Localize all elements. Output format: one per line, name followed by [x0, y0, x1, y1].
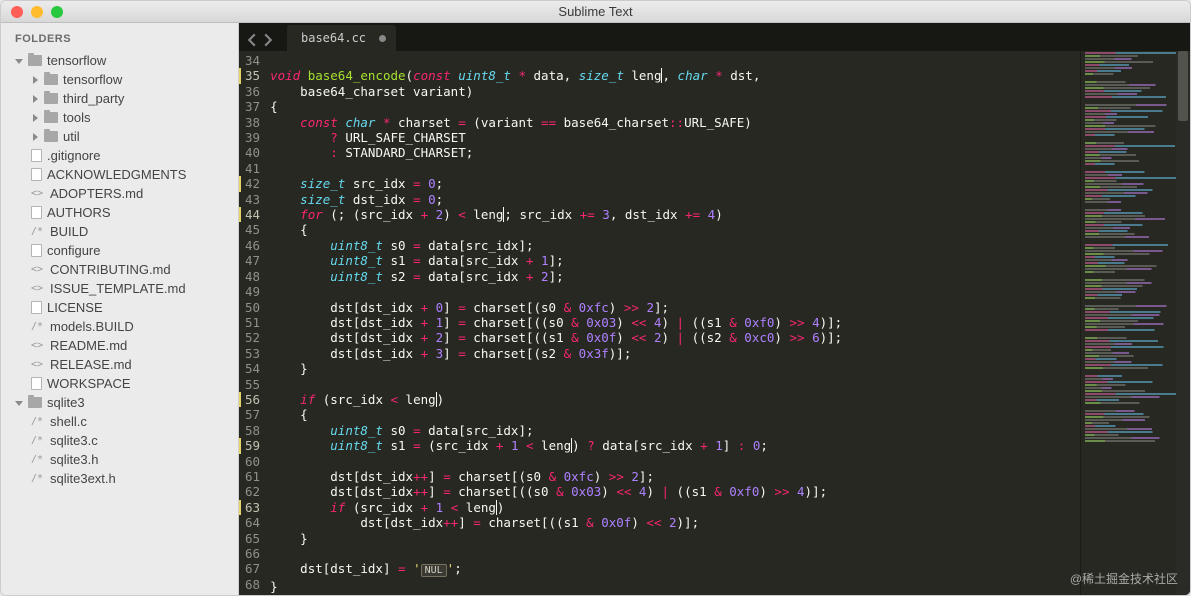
file-type-icon: <> — [31, 188, 45, 199]
folder-icon — [44, 74, 58, 85]
disclosure-icon — [15, 399, 23, 407]
file-item[interactable]: AUTHORS — [17, 203, 238, 222]
tree-item-label: sqlite3 — [47, 395, 85, 410]
file-icon — [31, 301, 42, 314]
tab-file[interactable]: base64.cc — [287, 25, 396, 51]
file-item[interactable]: /* BUILD — [17, 222, 238, 241]
file-item[interactable]: WORKSPACE — [17, 374, 238, 393]
window-title: Sublime Text — [1, 4, 1190, 19]
file-item[interactable]: /* shell.c — [17, 412, 238, 431]
disclosure-icon — [15, 57, 23, 65]
tree-item-label: configure — [47, 243, 100, 258]
nav-forward-button[interactable] — [261, 33, 275, 47]
file-type-icon: /* — [31, 321, 45, 332]
file-type-icon: <> — [31, 340, 45, 351]
file-type-icon: <> — [31, 359, 45, 370]
tree-item-label: ACKNOWLEDGMENTS — [47, 167, 186, 182]
tab-bar: base64.cc — [239, 23, 1190, 51]
disclosure-icon — [31, 133, 39, 141]
disclosure-icon — [31, 76, 39, 84]
file-type-icon: <> — [31, 283, 45, 294]
folder-item[interactable]: third_party — [17, 89, 238, 108]
tree-item-label: util — [63, 129, 80, 144]
titlebar: Sublime Text — [1, 1, 1190, 23]
line-gutter[interactable]: 3435363738394041424344454647484950515253… — [239, 51, 270, 595]
tree-item-label: tools — [63, 110, 90, 125]
folders-heading: FOLDERS — [1, 29, 238, 51]
minimap[interactable] — [1080, 51, 1190, 595]
file-type-icon: /* — [31, 416, 45, 427]
code-text[interactable]: void base64_encode(const uint8_t * data,… — [270, 51, 1080, 595]
tree-item-label: sqlite3.c — [50, 433, 98, 448]
tree-item-label: tensorflow — [47, 53, 106, 68]
file-type-icon: /* — [31, 454, 45, 465]
vertical-scrollbar[interactable] — [1176, 51, 1190, 595]
disclosure-icon — [31, 95, 39, 103]
disclosure-icon — [31, 114, 39, 122]
tab-label: base64.cc — [301, 31, 366, 45]
folder-icon — [44, 112, 58, 123]
close-window-button[interactable] — [11, 6, 23, 18]
folder-icon — [28, 397, 42, 408]
file-type-icon: <> — [31, 264, 45, 275]
maximize-window-button[interactable] — [51, 6, 63, 18]
folder-item[interactable]: tensorflow — [1, 51, 238, 70]
tree-item-label: ISSUE_TEMPLATE.md — [50, 281, 186, 296]
tab-dirty-indicator-icon — [379, 35, 386, 42]
file-item[interactable]: /* sqlite3.c — [17, 431, 238, 450]
folder-icon — [44, 131, 58, 142]
tree-item-label: shell.c — [50, 414, 87, 429]
tree-item-label: README.md — [50, 338, 127, 353]
file-item[interactable]: <> ISSUE_TEMPLATE.md — [17, 279, 238, 298]
file-icon — [31, 244, 42, 257]
tree-item-label: models.BUILD — [50, 319, 134, 334]
file-item[interactable]: ACKNOWLEDGMENTS — [17, 165, 238, 184]
file-item[interactable]: .gitignore — [17, 146, 238, 165]
file-item[interactable]: /* sqlite3ext.h — [17, 469, 238, 488]
watermark-text: @稀土掘金技术社区 — [1070, 570, 1178, 587]
file-item[interactable]: /* sqlite3.h — [17, 450, 238, 469]
folder-item[interactable]: util — [17, 127, 238, 146]
minimize-window-button[interactable] — [31, 6, 43, 18]
file-item[interactable]: configure — [17, 241, 238, 260]
file-type-icon: /* — [31, 473, 45, 484]
folder-item[interactable]: tensorflow — [17, 70, 238, 89]
file-item[interactable]: <> README.md — [17, 336, 238, 355]
tree-item-label: ADOPTERS.md — [50, 186, 143, 201]
tree-item-label: AUTHORS — [47, 205, 111, 220]
folder-icon — [44, 93, 58, 104]
tree-item-label: RELEASE.md — [50, 357, 132, 372]
file-icon — [31, 168, 42, 181]
file-item[interactable]: <> ADOPTERS.md — [17, 184, 238, 203]
file-type-icon: /* — [31, 226, 45, 237]
scrollbar-thumb[interactable] — [1178, 51, 1188, 121]
editor-pane: base64.cc 343536373839404142434445464748… — [239, 23, 1190, 595]
tree-item-label: tensorflow — [63, 72, 122, 87]
file-type-icon: /* — [31, 435, 45, 446]
tree-item-label: .gitignore — [47, 148, 100, 163]
folder-item[interactable]: tools — [17, 108, 238, 127]
file-icon — [31, 206, 42, 219]
folder-icon — [28, 55, 42, 66]
tree-item-label: third_party — [63, 91, 124, 106]
tree-item-label: sqlite3.h — [50, 452, 98, 467]
file-item[interactable]: /* models.BUILD — [17, 317, 238, 336]
file-item[interactable]: <> CONTRIBUTING.md — [17, 260, 238, 279]
sidebar: FOLDERS tensorflow tensorflow third_partyt… — [1, 23, 239, 595]
tree-item-label: CONTRIBUTING.md — [50, 262, 171, 277]
file-item[interactable]: <> RELEASE.md — [17, 355, 238, 374]
tree-item-label: LICENSE — [47, 300, 103, 315]
tree-item-label: sqlite3ext.h — [50, 471, 116, 486]
file-item[interactable]: LICENSE — [17, 298, 238, 317]
file-icon — [31, 377, 42, 390]
folder-item[interactable]: sqlite3 — [1, 393, 238, 412]
nav-back-button[interactable] — [245, 33, 259, 47]
file-icon — [31, 149, 42, 162]
tree-item-label: BUILD — [50, 224, 88, 239]
tree-item-label: WORKSPACE — [47, 376, 131, 391]
